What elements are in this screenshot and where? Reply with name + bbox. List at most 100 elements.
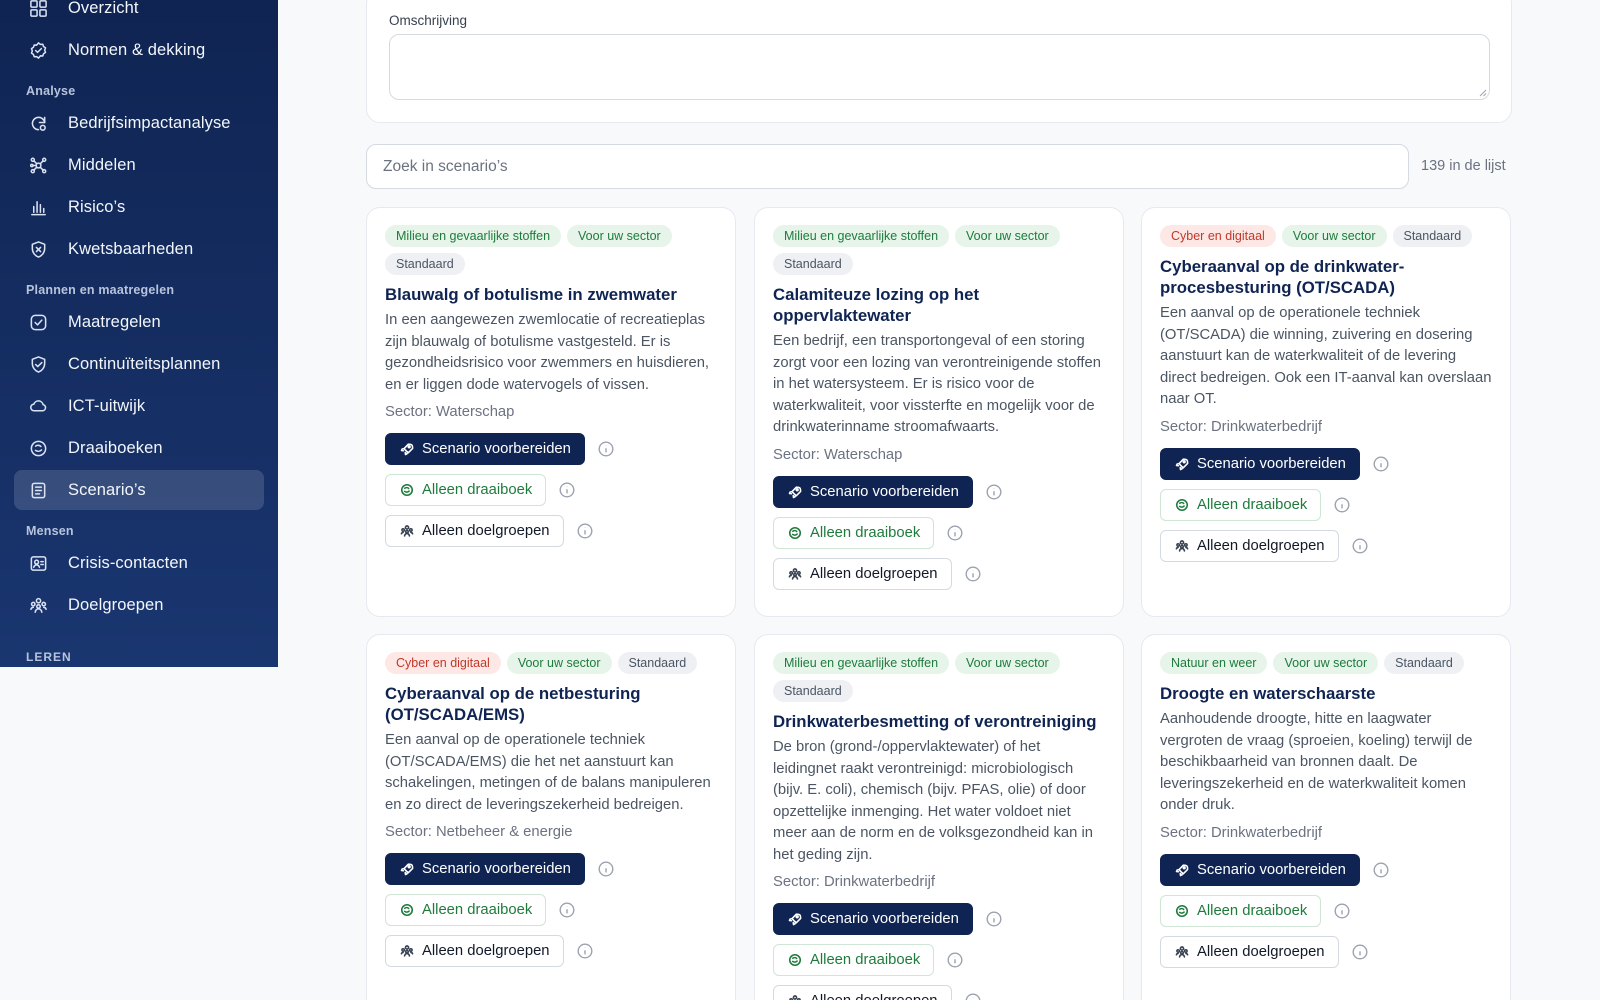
scenario-title[interactable]: Cyberaanval op de drinkwater-procesbestu…: [1160, 256, 1492, 298]
action-row: Alleen draaiboek: [773, 516, 1105, 549]
action-row: Alleen doelgroepen: [385, 935, 717, 967]
audiences-only-button[interactable]: Alleen doelgroepen: [1160, 529, 1339, 562]
info-icon[interactable]: [577, 943, 593, 959]
button-label: Alleen draaiboek: [1197, 496, 1308, 513]
category-badge: Standaard: [617, 652, 698, 674]
scenario-sector: Sector: Drinkwaterbedrijf: [1160, 824, 1322, 841]
users-group-icon: [788, 567, 802, 580]
sidebar-item-bedrijfsimpactanalyse[interactable]: Bedrijfsimpactanalyse: [14, 103, 264, 143]
info-icon[interactable]: [1334, 902, 1350, 919]
sidebar-item-middelen[interactable]: Middelen: [14, 145, 264, 185]
button-label: Scenario voorbereiden: [422, 441, 571, 457]
action-row: Alleen draaiboek: [773, 944, 1105, 976]
action-row: Scenario voorbereiden: [773, 903, 1105, 935]
action-row: Alleen draaiboek: [1160, 894, 1492, 927]
info-icon[interactable]: [965, 993, 981, 1000]
category-badge: Voor uw sector: [567, 225, 672, 247]
button-label: Scenario voorbereiden: [1197, 861, 1346, 878]
action-row: Alleen draaiboek: [385, 474, 717, 506]
runbook-only-button[interactable]: Alleen draaiboek: [385, 474, 547, 506]
runbook-only-button[interactable]: Alleen draaiboek: [1160, 894, 1322, 927]
sidebar-item-label: Middelen: [68, 155, 136, 174]
info-icon[interactable]: [1373, 455, 1389, 472]
button-label: Alleen doelgroepen: [422, 523, 550, 539]
sidebar-item-scenarios[interactable]: Scenario’s: [14, 470, 264, 510]
sidebar-item-crisis-contacten[interactable]: Crisis-contacten: [14, 543, 264, 583]
rocket-icon: [400, 863, 414, 876]
scenario-title[interactable]: Droogte en waterschaarste: [1160, 683, 1492, 704]
sidebar-item-ict-uitwijk[interactable]: ICT-uitwijk: [14, 386, 264, 426]
sidebar-item-continuiteitsplannen[interactable]: Continuïteitsplannen: [14, 344, 264, 384]
info-icon[interactable]: [577, 523, 593, 539]
category-badge: Standaard: [1392, 225, 1473, 247]
button-label: Alleen draaiboek: [810, 952, 921, 968]
scenario-title[interactable]: Calamiteuze lozing op het oppervlaktewat…: [773, 284, 1105, 326]
scenario-card: Milieu en gevaarlijke stoffen Voor uw sec…: [366, 207, 736, 617]
users-group-icon: [1175, 539, 1189, 552]
prepare-scenario-button[interactable]: Scenario voorbereiden: [1160, 853, 1360, 886]
prepare-scenario-button[interactable]: Scenario voorbereiden: [773, 903, 973, 935]
sidebar-item-label: Bedrijfsimpactanalyse: [68, 113, 231, 132]
sidebar-item-maatregelen[interactable]: Maatregelen: [14, 302, 264, 342]
rocket-icon: [788, 913, 802, 926]
section-label-mensen: Mensen: [26, 524, 74, 538]
prepare-scenario-button[interactable]: Scenario voorbereiden: [385, 853, 585, 885]
info-icon[interactable]: [986, 911, 1002, 927]
audiences-only-button[interactable]: Alleen doelgroepen: [773, 557, 952, 590]
scenario-sector: Sector: Drinkwaterbedrijf: [1160, 418, 1322, 435]
info-icon[interactable]: [1334, 496, 1350, 513]
description-card: Omschrijving: [366, 0, 1512, 123]
info-icon[interactable]: [1352, 943, 1368, 960]
runbook-only-button[interactable]: Alleen draaiboek: [773, 516, 935, 549]
prepare-scenario-button[interactable]: Scenario voorbereiden: [1160, 447, 1360, 480]
sidebar-item-overzicht[interactable]: Overzicht: [14, 0, 264, 28]
sidebar-item-risicos[interactable]: Risico’s: [14, 187, 264, 227]
cloud-icon: [28, 396, 48, 416]
sidebar-item-draaiboeken[interactable]: Draaiboeken: [14, 428, 264, 468]
section-label-leren: LEREN: [26, 650, 72, 664]
prepare-scenario-button[interactable]: Scenario voorbereiden: [773, 475, 973, 508]
info-icon[interactable]: [986, 483, 1002, 500]
card-actions: Scenario voorbereiden Alleen draaiboek A…: [385, 853, 717, 967]
section-label-analyse: Analyse: [26, 84, 76, 98]
action-row: Scenario voorbereiden: [1160, 447, 1492, 480]
sidebar-item-label: Crisis-contacten: [68, 553, 188, 572]
prepare-scenario-button[interactable]: Scenario voorbereiden: [385, 433, 585, 465]
scenario-title[interactable]: Blauwalg of botulisme in zwemwater: [385, 284, 717, 305]
audiences-only-button[interactable]: Alleen doelgroepen: [385, 515, 564, 547]
info-icon[interactable]: [559, 902, 575, 918]
sidebar-item-label: Scenario’s: [68, 480, 146, 499]
scenario-description: Aanhoudende droogte, hitte en laagwater …: [1160, 711, 1473, 813]
badge-row: Cyber en digitaal Voor uw sector Standaard: [1160, 225, 1495, 247]
search-input[interactable]: [366, 144, 1409, 189]
scenario-description: In een aangewezen zwemlocatie of recreat…: [385, 312, 710, 393]
info-icon[interactable]: [965, 565, 981, 582]
audiences-only-button[interactable]: Alleen doelgroepen: [1160, 935, 1339, 968]
rocket-icon: [1175, 457, 1189, 470]
sidebar-item-label: Normen & dekking: [68, 40, 206, 59]
runbook-only-button[interactable]: Alleen draaiboek: [385, 894, 547, 926]
resize-grip-icon[interactable]: [1478, 88, 1487, 97]
button-label: Scenario voorbereiden: [422, 861, 571, 877]
info-icon[interactable]: [947, 524, 963, 541]
category-badge: Milieu en gevaarlijke stoffen: [773, 652, 950, 674]
runbook-only-button[interactable]: Alleen draaiboek: [773, 944, 935, 976]
info-icon[interactable]: [1352, 537, 1368, 554]
scenario-title[interactable]: Cyberaanval op de netbesturing (OT/SCADA…: [385, 683, 717, 725]
sidebar-item-normen[interactable]: Normen & dekking: [14, 30, 264, 70]
info-icon[interactable]: [947, 952, 963, 968]
sidebar-item-kwetsbaarheden[interactable]: Kwetsbaarheden: [14, 229, 264, 269]
runbook-only-button[interactable]: Alleen draaiboek: [1160, 488, 1322, 521]
audiences-only-button[interactable]: Alleen doelgroepen: [385, 935, 564, 967]
info-icon[interactable]: [598, 861, 614, 877]
info-icon[interactable]: [598, 441, 614, 457]
category-badge: Milieu en gevaarlijke stoffen: [773, 225, 950, 247]
sidebar-item-doelgroepen[interactable]: Doelgroepen: [14, 585, 264, 625]
scenario-title[interactable]: Drinkwaterbesmetting of verontreiniging: [773, 711, 1105, 732]
description-textarea[interactable]: [389, 34, 1490, 100]
category-badge: Voor uw sector: [1281, 225, 1387, 247]
info-icon[interactable]: [559, 482, 575, 498]
book-icon: [400, 483, 414, 497]
audiences-only-button[interactable]: Alleen doelgroepen: [773, 985, 952, 1000]
info-icon[interactable]: [1373, 861, 1389, 878]
